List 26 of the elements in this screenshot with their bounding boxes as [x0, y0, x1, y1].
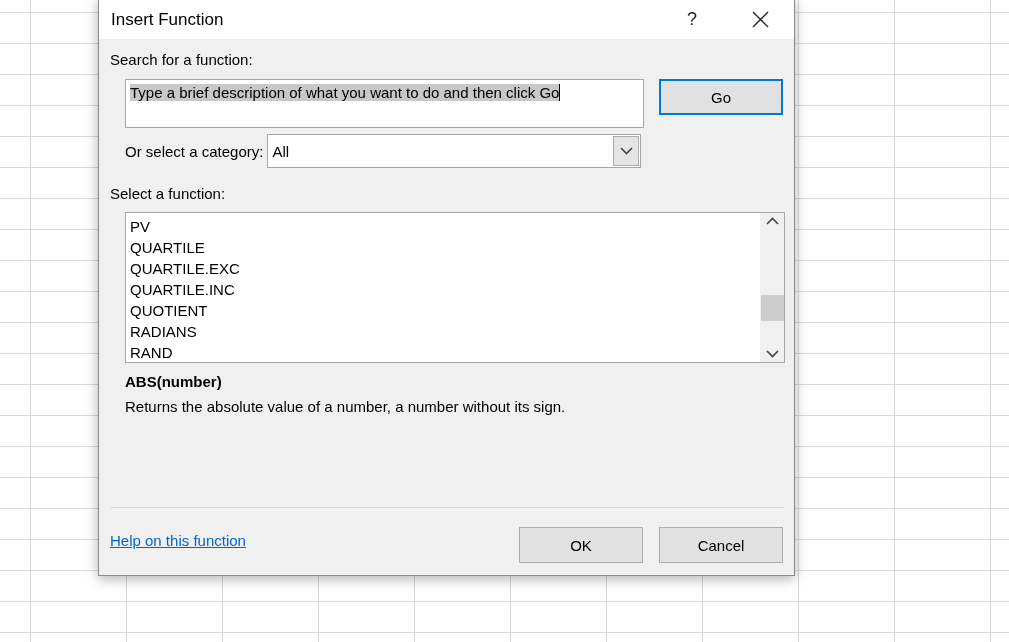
close-icon[interactable] [751, 10, 769, 28]
function-item[interactable]: PV [126, 216, 760, 237]
category-dropdown[interactable]: All [267, 134, 642, 168]
chevron-up-icon[interactable] [765, 217, 779, 225]
function-list-label: Select a function: [110, 185, 227, 202]
chevron-down-icon[interactable] [765, 350, 779, 358]
scrollbar-thumb[interactable] [760, 294, 784, 321]
function-item[interactable]: QUOTIENT [126, 300, 760, 321]
function-item[interactable]: QUARTILE.EXC [126, 258, 760, 279]
function-item[interactable]: RAND [126, 342, 760, 363]
ok-button[interactable]: OK [519, 527, 643, 563]
function-item[interactable]: RADIANS [126, 321, 760, 342]
function-item[interactable]: QUARTILE [126, 237, 760, 258]
help-link[interactable]: Help on this function [110, 532, 503, 549]
scrollbar[interactable] [760, 213, 784, 362]
function-signature: ABS(number) [125, 373, 223, 390]
go-button[interactable]: Go [659, 79, 783, 115]
search-field[interactable]: Type a brief description of what you want to do and then click Go [125, 79, 644, 128]
category-label: Or select a category: [125, 142, 264, 160]
function-item[interactable]: QUARTILE.INC [126, 279, 760, 300]
chevron-down-icon[interactable] [619, 147, 633, 155]
window-title: Insert Function [111, 9, 225, 30]
search-label: Search for a function: [110, 51, 254, 68]
function-description: Returns the absolute value of a number, a number without its sign. [125, 398, 567, 415]
help-button[interactable]: ? [658, 0, 726, 38]
cancel-button[interactable]: Cancel [659, 527, 783, 563]
